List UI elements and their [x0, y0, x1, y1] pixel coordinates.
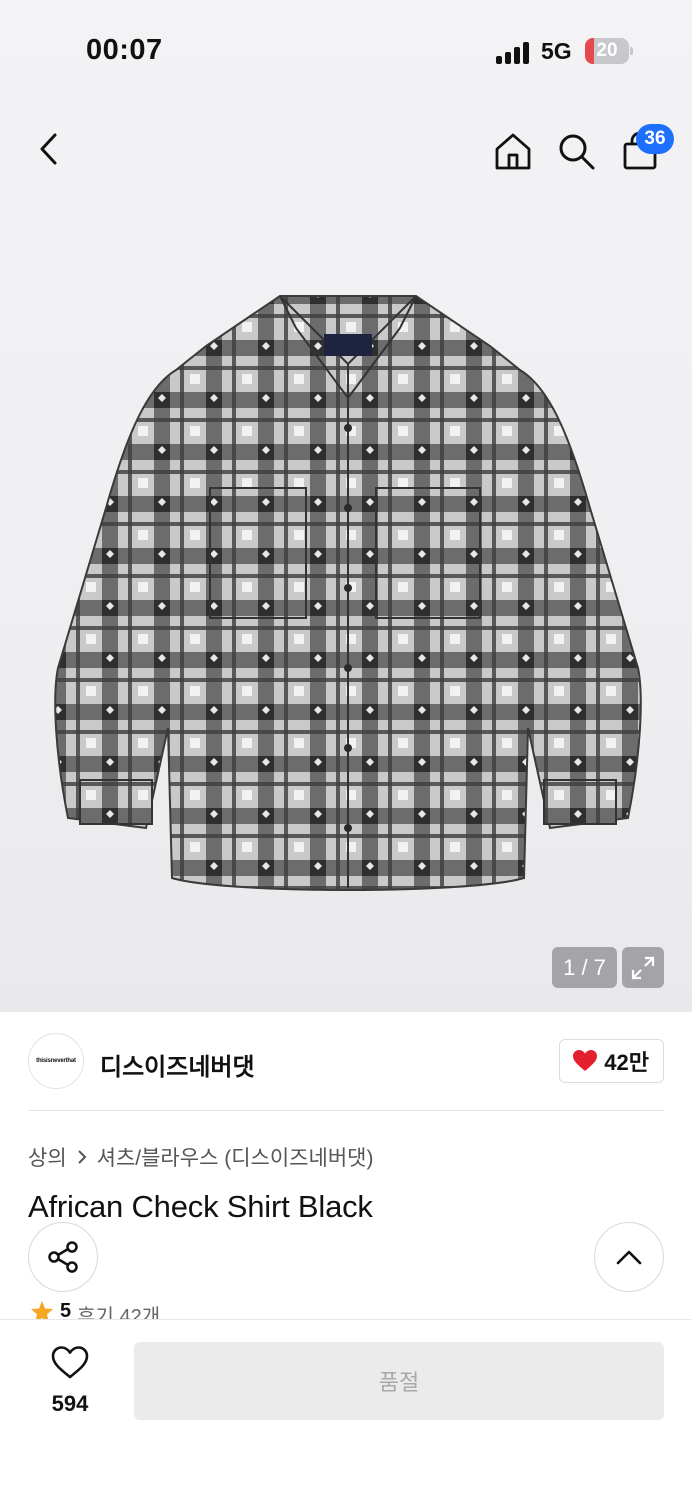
search-button[interactable]: [553, 128, 599, 174]
heart-filled-icon: [573, 1050, 598, 1071]
brand-like-count: 42만: [604, 1050, 649, 1075]
brand-logo[interactable]: thisisneverthat: [28, 1033, 84, 1089]
status-time: 00:07: [86, 34, 163, 66]
wish-count: 594: [51, 1391, 89, 1416]
product-title: African Check Shirt Black: [28, 1189, 373, 1224]
home-icon: [495, 133, 531, 170]
chevron-right-icon: [77, 1150, 87, 1164]
home-button[interactable]: [490, 128, 536, 174]
bottom-bar: 594 품절: [0, 1319, 692, 1500]
battery-level: 20: [596, 40, 618, 61]
status-bar: 00:07 5G 20: [0, 0, 692, 100]
share-icon: [48, 1241, 78, 1273]
brand-row[interactable]: thisisneverthat 디스이즈네버댓 42만: [28, 1033, 664, 1091]
sold-out-button[interactable]: 품절: [134, 1342, 664, 1420]
search-icon: [559, 134, 595, 170]
heart-outline-icon: [51, 1346, 89, 1379]
brand-name[interactable]: 디스이즈네버댓: [100, 1047, 255, 1082]
breadcrumb-category[interactable]: 상의: [28, 1142, 67, 1172]
battery-icon: 20: [585, 38, 633, 64]
expand-icon: [631, 956, 655, 979]
product-gallery[interactable]: 00:07 5G 20 36 1 / 7: [0, 0, 692, 1012]
expand-button[interactable]: [622, 947, 664, 988]
chevron-left-icon: [40, 133, 57, 165]
breadcrumb-subcategory[interactable]: 셔츠/블라우스 (디스이즈네버댓): [97, 1142, 374, 1172]
signal-icon: [496, 40, 532, 64]
wish-button[interactable]: 594: [30, 1346, 110, 1417]
divider: [28, 1110, 664, 1111]
scroll-top-button[interactable]: [594, 1222, 664, 1292]
page-indicator: 1 / 7: [552, 947, 617, 988]
brand-like-button[interactable]: 42만: [559, 1039, 664, 1083]
back-button[interactable]: [26, 126, 72, 172]
plaid-shirt-image: [54, 295, 642, 891]
breadcrumb: 상의 셔츠/블라우스 (디스이즈네버댓): [28, 1142, 373, 1172]
network-label: 5G: [541, 38, 572, 64]
chevron-up-icon: [616, 1250, 642, 1265]
share-button[interactable]: [28, 1222, 98, 1292]
cart-count-badge: 36: [636, 124, 674, 154]
